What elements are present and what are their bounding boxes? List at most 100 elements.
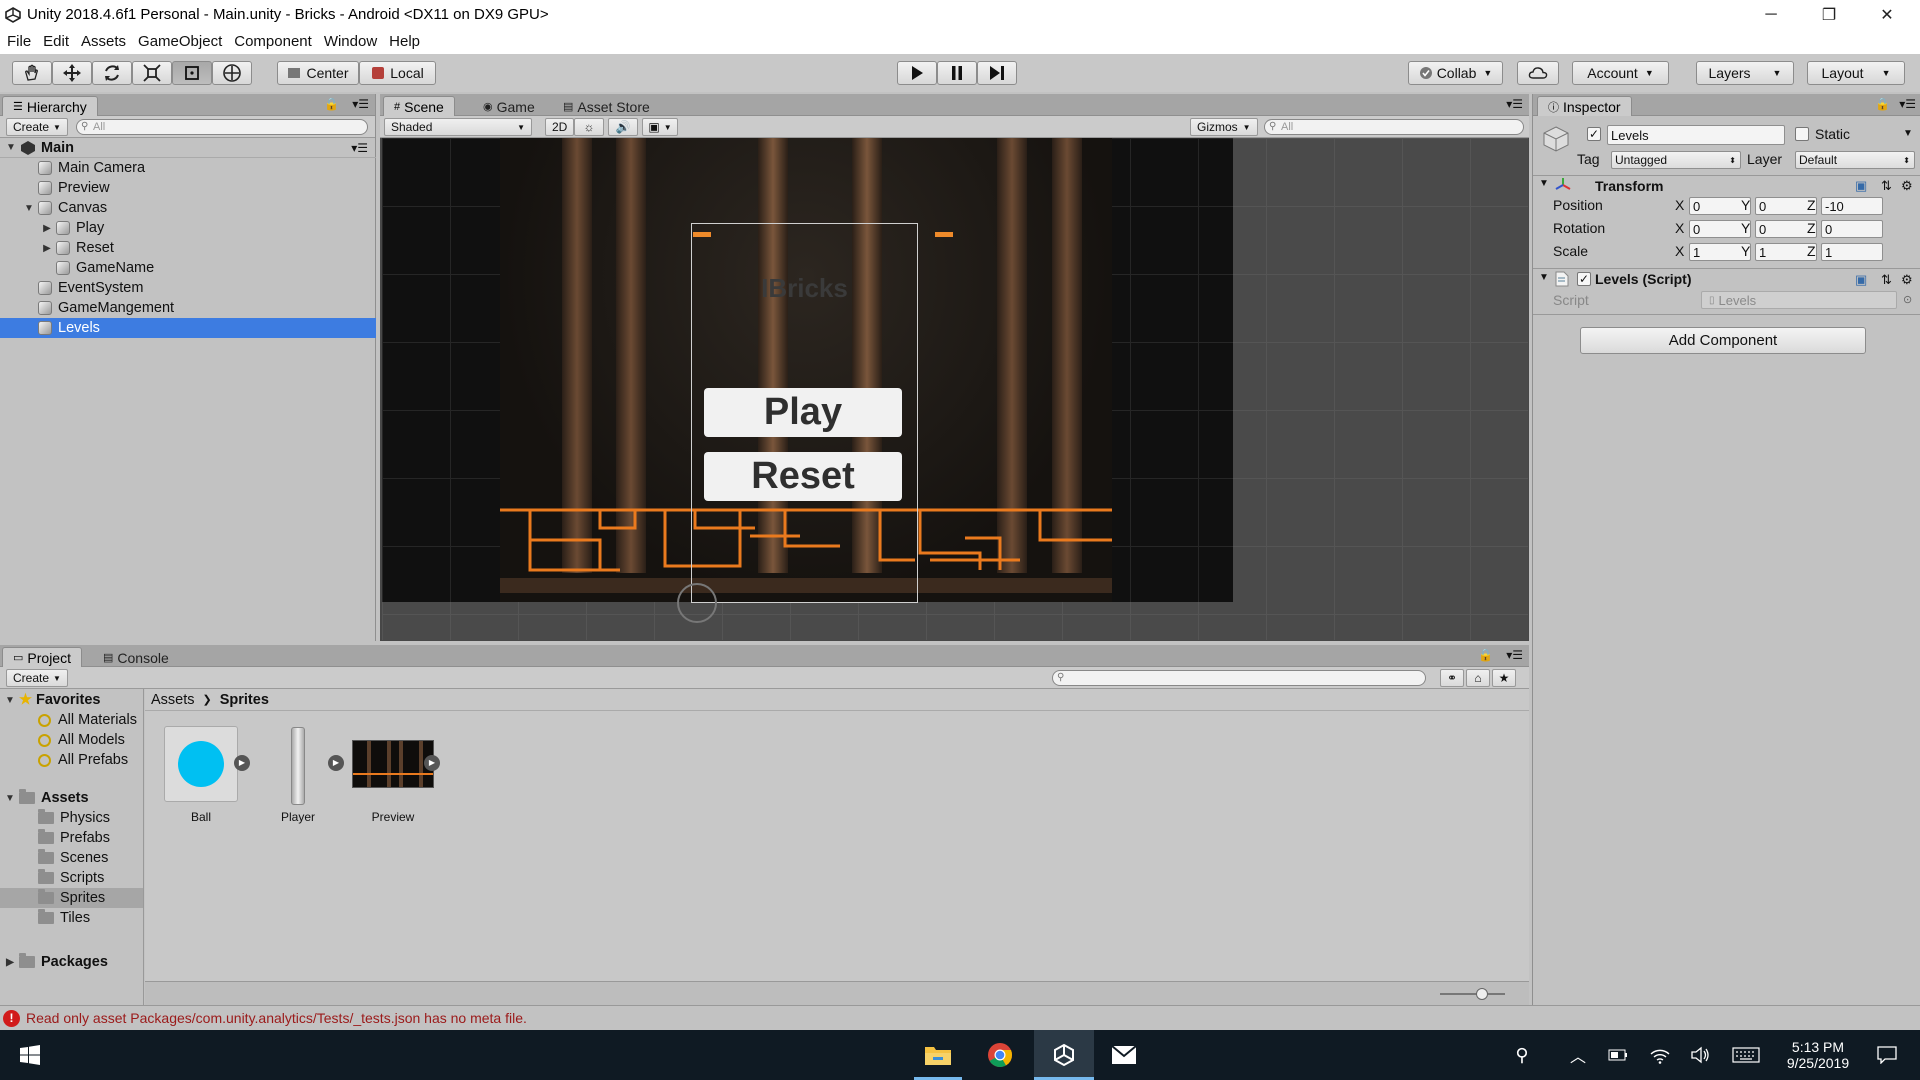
assets-header[interactable]: ▼ Assets <box>0 788 89 808</box>
filter-by-label-button[interactable]: ⌂ <box>1466 669 1490 687</box>
filter-by-type-button[interactable]: ⚭ <box>1440 669 1464 687</box>
script-enabled-checkbox[interactable]: ✓ <box>1577 272 1591 286</box>
breadcrumb-assets[interactable]: Assets <box>151 692 195 708</box>
rotation-z-axis-label[interactable]: Z <box>1807 220 1816 236</box>
scale-z-input[interactable]: 1 <box>1821 243 1883 261</box>
component-gear-icon[interactable]: ⚙ <box>1901 178 1913 194</box>
collapse-arrow-icon[interactable]: ▼ <box>5 695 15 706</box>
move-tool-button[interactable] <box>52 61 92 85</box>
pause-button[interactable] <box>937 61 977 85</box>
hierarchy-item-eventsystem[interactable]: EventSystem <box>0 278 376 298</box>
shading-mode-dropdown[interactable]: Shaded ▼ <box>384 118 532 136</box>
hierarchy-item-canvas[interactable]: ▼ Canvas <box>0 198 376 218</box>
rotation-z-input[interactable]: 0 <box>1821 220 1883 238</box>
panel-menu-icon[interactable]: ▾☰ <box>1506 648 1523 662</box>
status-bar[interactable]: ! Read only asset Packages/com.unity.ana… <box>0 1005 1920 1030</box>
hierarchy-item-reset[interactable]: ▶ Reset <box>0 238 376 258</box>
tab-hierarchy[interactable]: ☰ Hierarchy <box>2 96 98 116</box>
layer-dropdown[interactable]: Default ⬍ <box>1795 151 1915 169</box>
tab-asset-store[interactable]: ▤ Asset Store <box>552 96 661 116</box>
scene-reset-button[interactable]: Reset <box>704 452 902 501</box>
rotation-x-axis-label[interactable]: X <box>1675 220 1684 236</box>
scale-tool-button[interactable] <box>132 61 172 85</box>
unity-taskbar-button[interactable] <box>1034 1030 1094 1080</box>
mail-taskbar-button[interactable] <box>1096 1030 1152 1080</box>
favorites-header[interactable]: ▼ ★ Favorites <box>0 690 100 710</box>
favorite-item[interactable]: All Materials <box>38 710 137 730</box>
collapse-arrow-icon[interactable]: ▼ <box>24 203 34 214</box>
rotation-y-axis-label[interactable]: Y <box>1741 220 1750 236</box>
people-button[interactable]: ⚲ <box>1502 1030 1542 1080</box>
camera-pivot-gizmo[interactable] <box>677 583 717 623</box>
layers-dropdown[interactable]: Layers ▼ <box>1696 61 1794 85</box>
scale-z-axis-label[interactable]: Z <box>1807 243 1816 259</box>
folder-scripts[interactable]: Scripts <box>0 868 143 888</box>
scene-preview-sprite-icon[interactable] <box>352 740 434 788</box>
account-dropdown[interactable]: Account ▼ <box>1572 61 1669 85</box>
expand-arrow-icon[interactable]: ▶ <box>5 957 15 968</box>
script-foldout-icon[interactable]: ▼ <box>1539 272 1549 283</box>
hierarchy-create-button[interactable]: Create ▼ <box>6 118 68 136</box>
expand-sprite-button[interactable]: ▶ <box>424 755 440 771</box>
collab-dropdown[interactable]: Collab ▼ <box>1408 61 1503 85</box>
hierarchy-item-levels[interactable]: Levels <box>0 318 376 338</box>
folder-physics[interactable]: Physics <box>0 808 143 828</box>
tag-dropdown[interactable]: Untagged ⬍ <box>1611 151 1741 169</box>
play-button[interactable] <box>897 61 937 85</box>
tab-console[interactable]: ▤ Console <box>92 647 180 667</box>
favorite-item[interactable]: All Models <box>38 730 125 750</box>
scene-menu-icon[interactable]: ▾☰ <box>351 141 368 155</box>
project-create-button[interactable]: Create ▼ <box>6 669 68 687</box>
position-z-axis-label[interactable]: Z <box>1807 197 1816 213</box>
chrome-taskbar-button[interactable] <box>972 1030 1028 1080</box>
action-center-button[interactable] <box>1862 1030 1912 1080</box>
scene-play-button[interactable]: Play <box>704 388 902 437</box>
lock-icon[interactable]: 🔒 <box>1875 97 1890 111</box>
audio-toggle[interactable]: 🔊 <box>608 118 638 136</box>
show-hidden-icons-button[interactable]: ︿ <box>1558 1030 1598 1080</box>
rotation-label[interactable]: Rotation <box>1553 220 1605 236</box>
clock[interactable]: 5:13 PM 9/25/2019 <box>1768 1030 1868 1080</box>
favorite-item[interactable]: All Prefabs <box>38 750 128 770</box>
thumbnail-size-slider-track[interactable] <box>1440 993 1505 995</box>
component-gear-icon[interactable]: ⚙ <box>1901 272 1913 288</box>
scale-x-axis-label[interactable]: X <box>1675 243 1684 259</box>
static-checkbox[interactable] <box>1795 127 1809 141</box>
pivot-center-toggle[interactable]: Center <box>277 61 359 85</box>
start-button[interactable] <box>2 1030 58 1080</box>
preset-icon[interactable]: ⇅ <box>1881 272 1892 288</box>
thumbnail-size-slider-thumb[interactable] <box>1476 988 1488 1000</box>
tab-scene[interactable]: # Scene <box>383 96 455 116</box>
panel-menu-icon[interactable]: ▾☰ <box>1506 97 1523 111</box>
position-y-axis-label[interactable]: Y <box>1741 197 1750 213</box>
project-search-input[interactable]: ⚲ <box>1052 670 1426 686</box>
expand-arrow-icon[interactable]: ▶ <box>42 243 52 254</box>
menu-file[interactable]: File <box>0 33 37 50</box>
position-z-input[interactable]: -10 <box>1821 197 1883 215</box>
folder-sprites[interactable]: Sprites <box>0 888 143 908</box>
hand-tool-button[interactable] <box>12 61 52 85</box>
2d-toggle[interactable]: 2D <box>545 118 575 136</box>
active-checkbox[interactable]: ✓ <box>1587 127 1601 141</box>
file-explorer-taskbar-button[interactable] <box>910 1030 966 1080</box>
cloud-button[interactable] <box>1517 61 1559 85</box>
hierarchy-item-main-camera[interactable]: Main Camera <box>0 158 376 178</box>
menu-gameobject[interactable]: GameObject <box>132 33 228 50</box>
add-component-button[interactable]: Add Component <box>1580 327 1866 354</box>
folder-scenes[interactable]: Scenes <box>0 848 143 868</box>
close-button[interactable]: ✕ <box>1858 0 1916 29</box>
tab-game[interactable]: ◉ Game <box>472 96 546 116</box>
packages-header[interactable]: ▶ Packages <box>0 952 108 972</box>
hierarchy-item-play[interactable]: ▶ Play <box>0 218 376 238</box>
wifi-button[interactable] <box>1640 1030 1680 1080</box>
touch-keyboard-button[interactable] <box>1724 1030 1768 1080</box>
favorite-button[interactable]: ★ <box>1492 669 1516 687</box>
rect-tool-button[interactable] <box>172 61 212 85</box>
position-label[interactable]: Position <box>1553 197 1603 213</box>
collapse-arrow-icon[interactable]: ▼ <box>6 142 16 153</box>
rotate-tool-button[interactable] <box>92 61 132 85</box>
help-book-icon[interactable]: ▣ <box>1855 178 1867 194</box>
folder-tiles[interactable]: Tiles <box>0 908 143 928</box>
menu-edit[interactable]: Edit <box>37 33 75 50</box>
lock-icon[interactable]: 🔒 <box>324 97 339 111</box>
